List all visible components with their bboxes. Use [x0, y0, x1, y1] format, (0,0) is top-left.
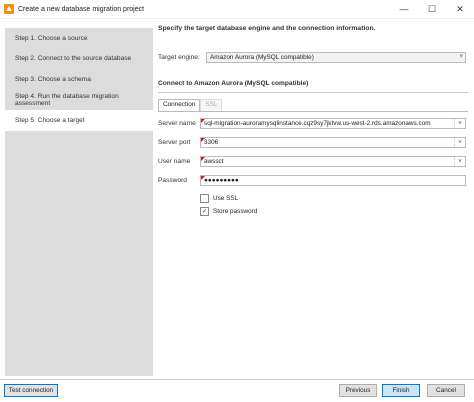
user-name-label: User name — [158, 158, 191, 165]
step-2[interactable]: Step 2. Connect to the source database — [5, 49, 153, 70]
target-engine-label: Target engine: — [158, 54, 200, 61]
target-engine-select[interactable]: Amazon Aurora (MySQL compatible) ˅ — [206, 52, 466, 63]
connection-tabs: Connection SSL — [158, 99, 223, 111]
store-password-checkbox-row[interactable]: ✓ Store password — [200, 207, 257, 216]
step-1[interactable]: Step 1. Choose a source — [5, 28, 153, 49]
required-marker-icon — [201, 176, 205, 180]
wizard-steps-panel: Step 1. Choose a source Step 2. Connect … — [5, 28, 153, 376]
step-label: Step 2. Connect to the source database — [15, 55, 132, 63]
step-label: Step 4. Run the database migration asses… — [15, 92, 119, 107]
chevron-down-icon[interactable]: ˅ — [454, 138, 465, 147]
window-title: Create a new database migration project — [18, 5, 145, 13]
user-name-value: awssct — [204, 158, 224, 165]
server-name-input[interactable]: sql-migration-auroramysqlinstance.cqz9sy… — [200, 118, 466, 129]
check-icon: ✓ — [201, 208, 208, 215]
test-connection-button[interactable]: Test connection — [4, 384, 58, 397]
page-heading: Specify the target database engine and t… — [158, 25, 376, 32]
step-label: Step 1. Choose a source — [15, 34, 88, 42]
required-marker-icon — [201, 157, 205, 161]
target-engine-value: Amazon Aurora (MySQL compatible) — [210, 54, 314, 61]
use-ssl-label: Use SSL — [213, 195, 239, 202]
user-name-input[interactable]: awssct ˅ — [200, 156, 466, 167]
server-port-value: 3306 — [204, 139, 219, 146]
chevron-down-icon[interactable]: ˅ — [454, 119, 465, 128]
step-label: Step 5. Choose a target — [15, 116, 85, 124]
minimize-button[interactable]: — — [390, 0, 418, 18]
step-5-active[interactable]: Step 5. Choose a target — [5, 110, 153, 131]
tab-underline — [158, 111, 468, 112]
password-value: ●●●●●●●●● — [204, 177, 239, 184]
required-marker-icon — [201, 138, 205, 142]
migration-wizard-window: Create a new database migration project … — [0, 0, 474, 402]
chevron-down-icon[interactable]: ˅ — [454, 157, 465, 166]
tab-connection[interactable]: Connection — [158, 99, 201, 111]
main-panel: Specify the target database engine and t… — [158, 20, 470, 375]
server-port-label: Server port — [158, 139, 191, 146]
section-divider — [158, 92, 468, 93]
required-marker-icon — [201, 119, 205, 123]
step-3[interactable]: Step 3. Choose a schema — [5, 69, 153, 90]
tab-ssl[interactable]: SSL — [200, 99, 223, 111]
password-label: Password — [158, 177, 187, 184]
store-password-checkbox[interactable]: ✓ — [200, 207, 209, 216]
section-title: Connect to Amazon Aurora (MySQL compatib… — [158, 80, 309, 87]
server-name-value: sql-migration-auroramysqlinstance.cqz9sy… — [204, 120, 431, 127]
use-ssl-checkbox[interactable] — [200, 194, 209, 203]
button-bar: Test connection Previous Finish Cancel — [0, 379, 474, 402]
cancel-button[interactable]: Cancel — [427, 384, 465, 397]
store-password-label: Store password — [213, 208, 258, 215]
server-name-label: Server name — [158, 120, 196, 127]
step-4[interactable]: Step 4. Run the database migration asses… — [5, 90, 153, 111]
step-label: Step 3. Choose a schema — [15, 75, 91, 83]
use-ssl-checkbox-row[interactable]: Use SSL — [200, 194, 238, 203]
app-icon — [4, 4, 14, 14]
finish-button[interactable]: Finish — [382, 384, 420, 397]
chevron-down-icon: ˅ — [459, 54, 463, 60]
server-port-input[interactable]: 3306 ˅ — [200, 137, 466, 148]
close-button[interactable]: ✕ — [446, 0, 474, 18]
maximize-button[interactable]: ☐ — [418, 0, 446, 18]
password-input[interactable]: ●●●●●●●●● — [200, 175, 466, 186]
previous-button[interactable]: Previous — [339, 384, 377, 397]
title-bar: Create a new database migration project … — [0, 0, 474, 19]
